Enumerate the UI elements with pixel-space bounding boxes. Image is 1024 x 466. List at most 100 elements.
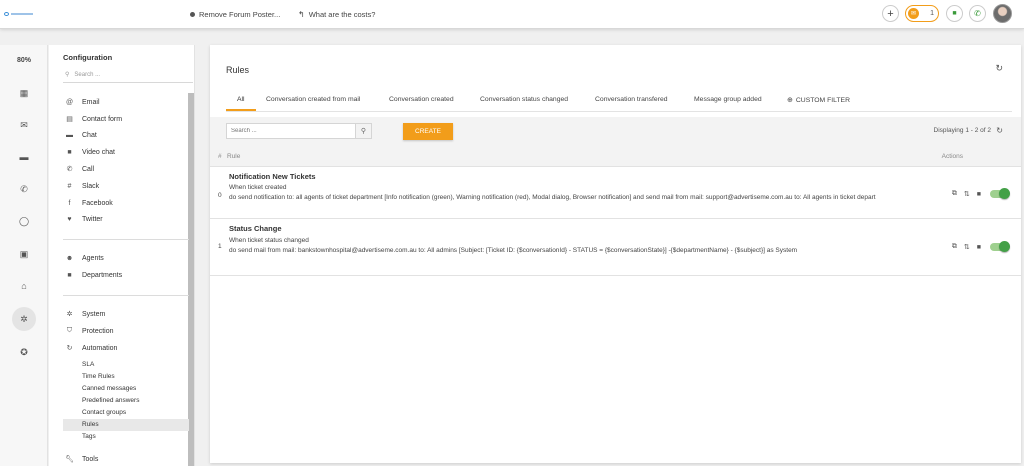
sidebar-item-email[interactable]: @ Email	[65, 96, 100, 108]
delete-icon[interactable]: ■	[977, 244, 981, 251]
rule-action: do send mail from mail: bankstownhospita…	[229, 247, 798, 254]
search-icon: ⚲	[65, 72, 70, 78]
tab-label: What are the costs?	[308, 10, 376, 19]
tab-conversation-transfered[interactable]: Conversation transfered	[595, 96, 668, 103]
status-dot-icon	[190, 12, 195, 17]
rules-search[interactable]: ⚲	[226, 123, 372, 139]
table-row[interactable]: 0 Notification New Tickets When ticket c…	[210, 166, 1021, 218]
sidebar-item-tools[interactable]: 🔧︎ Tools	[65, 453, 98, 465]
toggle-knob	[999, 188, 1010, 199]
bank-icon[interactable]: ⌂	[14, 276, 34, 296]
slack-icon: #	[67, 182, 72, 190]
phone-icon: ✆	[66, 166, 73, 173]
sidebar-item-facebook[interactable]: f Facebook	[65, 197, 113, 209]
chat-icon: ▬	[66, 131, 73, 139]
sidebar-item-protection[interactable]: ⛉ Protection	[65, 325, 114, 337]
facebook-icon: f	[68, 199, 71, 207]
table-row[interactable]: 1 Status Change When ticket status chang…	[210, 218, 1021, 276]
phone-icon[interactable]: ✆	[969, 5, 986, 22]
mail-icon[interactable]: ✉	[14, 115, 34, 135]
folder-icon: ■	[67, 271, 72, 279]
tab-conversation-status-changed[interactable]: Conversation status changed	[480, 96, 568, 103]
tab-what-are-the-costs[interactable]: ↰ What are the costs?	[298, 10, 375, 19]
tab-conversation-created[interactable]: Conversation created	[389, 96, 454, 103]
add-circle-icon[interactable]: +	[882, 5, 899, 22]
enable-toggle[interactable]	[990, 241, 1010, 252]
left-rail: 80% ▦ ✉ ▬ ✆ ◯ ▣ ⌂ ✲ ✪	[0, 45, 48, 466]
star-icon[interactable]: ✪	[14, 342, 34, 362]
mail-icon: ✉	[908, 8, 919, 19]
sidebar-subitem-contact-groups[interactable]: Contact groups	[82, 409, 126, 416]
top-bar: Remove Forum Poster... ↰ What are the co…	[0, 0, 1024, 29]
reorder-icon[interactable]: ⇅	[964, 243, 970, 251]
refresh-icon[interactable]: ↻	[995, 63, 1003, 74]
reorder-icon[interactable]: ⇅	[964, 190, 970, 198]
rule-title: Notification New Tickets	[229, 172, 316, 181]
tab-all[interactable]: All	[237, 96, 245, 103]
enable-toggle[interactable]	[990, 188, 1010, 199]
mail-count: 1	[930, 10, 934, 17]
create-button[interactable]: CREATE	[403, 123, 453, 140]
row-number: 1	[218, 243, 222, 250]
chat-icon[interactable]: ■	[946, 5, 963, 22]
refresh-icon[interactable]: ↻	[996, 126, 1003, 135]
rule-title: Status Change	[229, 224, 282, 233]
divider	[63, 239, 189, 240]
sidebar-item-video-chat[interactable]: ■ Video chat	[65, 146, 115, 158]
sidebar-item-system[interactable]: ✲ System	[65, 308, 106, 320]
sidebar-item-agents[interactable]: ☻ Agents	[65, 252, 104, 264]
chat-icon[interactable]: ▬	[14, 147, 34, 167]
rules-search-input[interactable]	[227, 124, 355, 138]
row-actions: ⧉ ⇅ ■	[952, 188, 1010, 199]
configuration-panel: Configuration ⚲ Search ... @ Email ▤ Conta…	[49, 45, 195, 466]
search-placeholder: Search ...	[74, 71, 101, 78]
rules-card: Rules ↻ All Conversation created from ma…	[210, 45, 1021, 463]
config-scrollbar[interactable]	[188, 93, 194, 466]
search-icon[interactable]: ⚲	[355, 124, 371, 138]
sidebar-item-call[interactable]: ✆ Call	[65, 163, 95, 175]
tab-message-group-added[interactable]: Message group added	[694, 96, 762, 103]
mail-counter-button[interactable]: ✉ 1	[905, 5, 939, 22]
form-icon: ▤	[66, 116, 73, 123]
rule-trigger: When ticket created	[229, 184, 287, 191]
row-number: 0	[218, 192, 222, 199]
column-header-number: #	[218, 153, 222, 160]
sidebar-item-automation[interactable]: ↻ Automation	[65, 342, 118, 354]
sidebar-subitem-rules[interactable]: Rules	[63, 419, 189, 431]
sidebar-item-twitter[interactable]: ♥ Twitter	[65, 213, 102, 225]
sidebar-subitem-tags[interactable]: Tags	[82, 433, 96, 440]
phone-icon[interactable]: ✆	[14, 179, 34, 199]
settings-icon[interactable]: ✲	[12, 307, 36, 331]
delete-icon[interactable]: ■	[977, 191, 981, 198]
tab-custom-filter[interactable]: ⊕ CUSTOM FILTER	[787, 96, 850, 105]
gear-icon: ✲	[66, 311, 73, 318]
copy-icon[interactable]: ⧉	[952, 243, 957, 251]
tab-remove-forum-poster[interactable]: Remove Forum Poster...	[190, 10, 280, 19]
contacts-icon[interactable]: ▣	[14, 244, 34, 264]
circle-sync-icon[interactable]: ◯	[14, 211, 34, 231]
at-icon: @	[65, 98, 74, 106]
dashboard-icon[interactable]: ▦	[14, 83, 34, 103]
sidebar-subitem-sla[interactable]: SLA	[82, 361, 94, 368]
wrench-icon: 🔧︎	[65, 456, 74, 463]
add-circle-icon: ⊕	[787, 97, 793, 104]
rule-trigger: When ticket status changed	[229, 237, 309, 244]
divider	[210, 275, 1021, 276]
sidebar-item-slack[interactable]: # Slack	[65, 180, 100, 192]
config-title: Configuration	[63, 53, 113, 62]
sidebar-subitem-time-rules[interactable]: Time Rules	[82, 373, 115, 380]
shield-icon: ⛉	[66, 327, 73, 334]
sidebar-item-departments[interactable]: ■ Departments	[65, 269, 122, 281]
config-search-input[interactable]: ⚲ Search ...	[63, 67, 193, 83]
sidebar-subitem-predefined-answers[interactable]: Predefined answers	[82, 397, 139, 404]
app-logo[interactable]	[4, 12, 34, 16]
reply-arrow-icon: ↰	[298, 10, 305, 19]
copy-icon[interactable]: ⧉	[952, 190, 957, 198]
people-icon: ☻	[65, 254, 74, 262]
divider	[63, 295, 189, 296]
sidebar-item-contact-form[interactable]: ▤ Contact form	[65, 113, 122, 125]
sidebar-item-chat[interactable]: ▬ Chat	[65, 129, 97, 141]
sidebar-subitem-canned-messages[interactable]: Canned messages	[82, 385, 136, 392]
tab-conversation-created-from-mail[interactable]: Conversation created from mail	[266, 96, 360, 103]
avatar[interactable]	[993, 4, 1012, 23]
